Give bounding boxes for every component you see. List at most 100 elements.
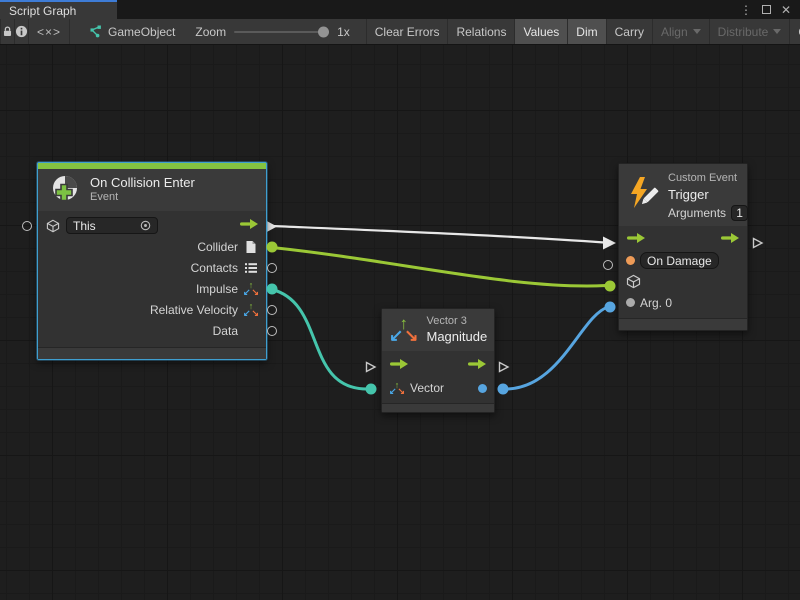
vector3-icon: ↑↙↘ <box>243 303 259 316</box>
custom-event-name-in-port[interactable] <box>603 260 613 270</box>
custom-event-icon <box>626 176 660 212</box>
values-button[interactable]: Values <box>515 19 568 44</box>
dim-button[interactable]: Dim <box>568 19 606 44</box>
collider-port-row[interactable]: Collider <box>38 236 266 257</box>
magnitude-node-header: ↑↙↘ Vector 3 Magnitude <box>382 309 494 351</box>
distribute-button[interactable]: Distribute <box>710 19 791 44</box>
node-subtitle: Event <box>90 191 195 205</box>
magnitude-flow-in-triangle-icon[interactable] <box>363 360 377 374</box>
zoom-slider-knob[interactable] <box>318 26 329 37</box>
tab-script-graph[interactable]: Script Graph <box>0 0 117 19</box>
contacts-port-row[interactable]: Contacts <box>38 257 266 278</box>
align-label: Align <box>661 25 688 39</box>
custom-event-target-in-port[interactable] <box>605 281 616 292</box>
node-type-label: Vector 3 <box>427 315 488 329</box>
custom-event-arg0-in-port[interactable] <box>605 302 616 313</box>
code-preview-button[interactable]: <×> <box>29 19 70 44</box>
vector3-icon: ↑↙↘ <box>243 282 259 295</box>
document-icon <box>243 240 259 254</box>
contacts-label: Contacts <box>191 261 238 275</box>
collider-out-port[interactable] <box>267 242 278 253</box>
data-port-row[interactable]: Data <box>38 320 266 341</box>
magnitude-flow-out-triangle-icon[interactable] <box>496 360 510 374</box>
vector3-icon: ↑↙↘ <box>389 318 419 342</box>
node-custom-event-trigger[interactable]: Custom Event Trigger Arguments 1 <box>618 163 748 331</box>
flow-out-arrow-icon[interactable] <box>239 218 259 233</box>
node-title: Trigger <box>668 187 748 203</box>
zoom-value: 1x <box>337 25 350 39</box>
flow-out-arrow-icon[interactable] <box>467 358 487 373</box>
arg0-port[interactable] <box>626 298 635 307</box>
collision-target-in-port[interactable] <box>22 221 32 231</box>
zoom-control: Zoom 1x <box>185 19 359 44</box>
window-menu-icon[interactable]: ⋮ <box>738 2 754 18</box>
info-icon <box>15 25 28 38</box>
zoom-label: Zoom <box>195 25 226 39</box>
value-out-port[interactable] <box>478 384 487 393</box>
contacts-out-port[interactable] <box>267 263 277 273</box>
arg0-row[interactable]: Arg. 0 <box>619 292 747 313</box>
node-on-collision-enter[interactable]: On Collision Enter Event This <box>37 162 267 360</box>
event-name-port[interactable] <box>626 256 635 265</box>
vector-label: Vector <box>410 381 444 395</box>
info-button[interactable] <box>15 19 29 44</box>
tab-title: Script Graph <box>9 4 76 18</box>
relative-velocity-port-row[interactable]: Relative Velocity ↑↙↘ <box>38 299 266 320</box>
vector3-icon: ↑↙↘ <box>389 382 405 395</box>
node-magnitude[interactable]: ↑↙↘ Vector 3 Magnitude ↑↙↘ <box>381 308 495 413</box>
wire-magnitude-value[interactable] <box>503 307 608 389</box>
unity-script-graph-window: Script Graph ⋮ ✕ <×> <box>0 0 800 600</box>
magnitude-node-titles: Vector 3 Magnitude <box>427 315 488 345</box>
impulse-out-port[interactable] <box>267 284 278 295</box>
wire-collider[interactable] <box>272 248 606 286</box>
graph-canvas[interactable]: On Collision Enter Event This <box>0 45 800 600</box>
arg0-label: Arg. 0 <box>640 296 672 310</box>
relative-velocity-out-port[interactable] <box>267 305 277 315</box>
graph-pointer-label: GameObject <box>108 25 175 39</box>
zoom-slider[interactable] <box>234 31 329 33</box>
list-icon <box>243 262 259 274</box>
vector-input-row[interactable]: ↑↙↘ Vector <box>382 377 494 399</box>
target-row[interactable] <box>619 271 747 292</box>
node-title: On Collision Enter <box>90 175 195 191</box>
magnitude-value-out-port[interactable] <box>498 384 509 395</box>
impulse-port-row[interactable]: Impulse ↑↙↘ <box>38 278 266 299</box>
relations-button[interactable]: Relations <box>448 19 515 44</box>
window-close-icon[interactable]: ✕ <box>778 2 794 18</box>
data-out-port[interactable] <box>267 326 277 336</box>
tab-bar: Script Graph ⋮ ✕ <box>0 0 800 19</box>
lock-icon <box>1 25 14 38</box>
graph-pointer-icon <box>88 25 102 38</box>
event-name-field[interactable]: On Damage <box>640 252 719 269</box>
graph-toolbar: <×> GameObject Zoom 1x Clear Errors Rela… <box>0 19 800 45</box>
flow-in-arrow-icon[interactable] <box>626 232 646 247</box>
lock-button[interactable] <box>0 19 15 44</box>
target-dropdown[interactable]: This <box>66 217 158 234</box>
flow-out-arrow-icon[interactable] <box>720 232 740 247</box>
graph-pointer[interactable]: GameObject <box>78 19 185 44</box>
arguments-row: Arguments 1 <box>668 205 748 221</box>
data-label: Data <box>213 324 238 338</box>
flow-in-arrow-icon[interactable] <box>389 358 409 373</box>
custom-event-flow-out-triangle-icon[interactable] <box>750 236 764 250</box>
on-collision-enter-icon <box>46 173 82 207</box>
object-picker-icon[interactable] <box>140 220 151 231</box>
chevron-down-icon <box>773 29 781 34</box>
overview-button[interactable]: Overv <box>790 19 800 44</box>
flow-row <box>382 354 494 377</box>
collision-node-body: This Collider Contacts <box>38 211 266 347</box>
custom-event-node-body: On Damage Arg. 0 <box>619 226 747 318</box>
arguments-count-field[interactable]: 1 <box>731 205 748 221</box>
carry-button[interactable]: Carry <box>607 19 653 44</box>
window-maximize-icon[interactable] <box>758 2 774 18</box>
clear-errors-button[interactable]: Clear Errors <box>366 19 449 44</box>
magnitude-vector-in-port[interactable] <box>366 384 377 395</box>
distribute-label: Distribute <box>718 25 769 39</box>
cube-icon <box>45 219 61 233</box>
align-button[interactable]: Align <box>653 19 710 44</box>
relative-velocity-label: Relative Velocity <box>150 303 238 317</box>
wire-flow[interactable] <box>272 226 604 243</box>
wire-impulse[interactable] <box>272 290 367 390</box>
collision-node-footer <box>38 347 266 359</box>
collider-label: Collider <box>197 240 238 254</box>
